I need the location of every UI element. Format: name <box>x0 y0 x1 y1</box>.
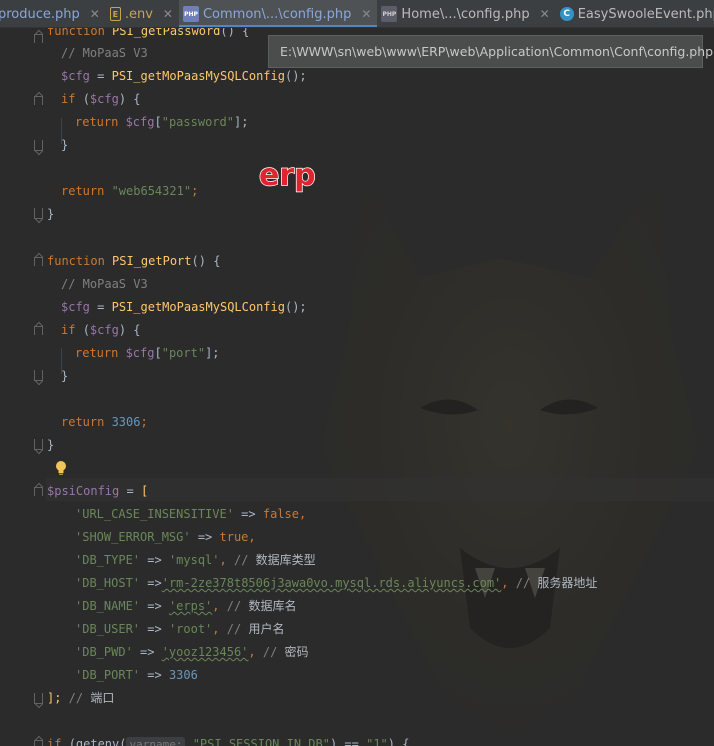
env-file-icon: E <box>109 7 121 21</box>
code-line: 'DB_PORT' => 3306 <box>75 668 198 682</box>
fold-marker-icon[interactable] <box>34 257 43 266</box>
code-line: 'DB_PWD' => 'yooz123456', // 密码 <box>75 645 309 659</box>
close-icon[interactable]: ✕ <box>163 7 173 21</box>
code-area[interactable]: function PSI_getPassword() { // MoPaaS V… <box>47 28 714 746</box>
code-line: if ($cfg) { <box>61 92 141 106</box>
fold-marker-icon[interactable] <box>34 693 43 704</box>
code-line: if ($cfg) { <box>61 323 141 337</box>
editor-gutter <box>0 28 46 746</box>
code-line: } <box>47 438 55 452</box>
fold-marker-icon[interactable] <box>34 96 43 105</box>
code-line: } <box>61 138 69 152</box>
close-icon[interactable]: ✕ <box>90 7 100 21</box>
code-line: return 3306; <box>61 415 148 429</box>
php-file-icon: PHP <box>381 6 398 22</box>
tab-home-config-php[interactable]: PHP Home\...\config.php ✕ <box>377 0 555 27</box>
code-line: return $cfg["password"]; <box>75 115 249 129</box>
fold-marker-icon[interactable] <box>34 370 43 381</box>
code-line: $cfg = PSI_getMoPaasMySQLConfig(); <box>61 69 307 83</box>
class-icon: C <box>559 7 574 21</box>
editor-tab-bar: produce.php ✕ E .env ✕ PHP Common\...\co… <box>0 0 714 28</box>
code-line: $cfg = PSI_getMoPaasMySQLConfig(); <box>61 300 307 314</box>
tab-common-config-php[interactable]: PHP Common\...\config.php ✕ <box>178 0 378 27</box>
code-line: 'DB_TYPE' => 'mysql', // 数据库类型 <box>75 553 316 567</box>
erp-watermark: erp <box>258 157 316 194</box>
file-path-tooltip: E:\WWW\sn\web\www\ERP\web\Application\Co… <box>268 35 713 68</box>
code-line: ]; // 端口 <box>47 691 115 705</box>
tab-env[interactable]: E .env ✕ <box>106 0 179 27</box>
parameter-hint: varname: <box>126 737 186 746</box>
code-line: } <box>47 207 55 221</box>
fold-marker-icon[interactable] <box>34 140 43 151</box>
close-icon[interactable]: ✕ <box>540 7 550 21</box>
code-line: // MoPaaS V3 <box>61 277 148 291</box>
tab-easyswooleevent-php[interactable]: C EasySwooleEvent.php ✕ <box>556 0 714 27</box>
code-line: 'DB_USER' => 'root', // 用户名 <box>75 622 285 636</box>
tab-label: Home\...\config.php <box>401 6 530 22</box>
tab-label: produce.php <box>0 6 80 22</box>
code-line: 'URL_CASE_INSENSITIVE' => false, <box>75 507 307 521</box>
code-line: $psiConfig = [ <box>47 484 149 498</box>
code-line: 'DB_HOST' =>'rm-2ze378t8506j3awa0vo.mysq… <box>75 576 598 590</box>
code-line: function PSI_getPort() { <box>47 254 221 268</box>
fold-marker-icon[interactable] <box>34 208 43 219</box>
tab-label: Common\...\config.php <box>202 6 352 22</box>
code-line: return "web654321"; <box>61 184 199 198</box>
fold-marker-icon[interactable] <box>34 740 43 746</box>
tab-produce-php[interactable]: produce.php ✕ <box>0 0 106 27</box>
fold-marker-icon[interactable] <box>34 34 43 43</box>
php-file-icon: PHP <box>182 6 199 22</box>
code-line: 'DB_NAME' => 'erps', // 数据库名 <box>75 599 297 613</box>
tab-label: .env <box>124 6 153 22</box>
code-line: 'SHOW_ERROR_MSG' => true, <box>75 530 256 544</box>
code-line: } <box>61 369 69 383</box>
tab-label: EasySwooleEvent.php <box>577 6 714 22</box>
close-icon[interactable]: ✕ <box>361 7 371 21</box>
code-line: // MoPaaS V3 <box>61 46 148 60</box>
fold-marker-icon[interactable] <box>34 439 43 450</box>
fold-marker-icon[interactable] <box>34 487 43 496</box>
code-line: if (getenv(varname: "PSI_SESSION_IN_DB")… <box>47 733 409 746</box>
fold-marker-icon[interactable] <box>34 326 43 335</box>
code-line: function PSI_getPassword() { <box>47 28 250 38</box>
code-line: return $cfg["port"]; <box>75 346 220 360</box>
code-editor[interactable]: function PSI_getPassword() { // MoPaaS V… <box>0 28 714 746</box>
